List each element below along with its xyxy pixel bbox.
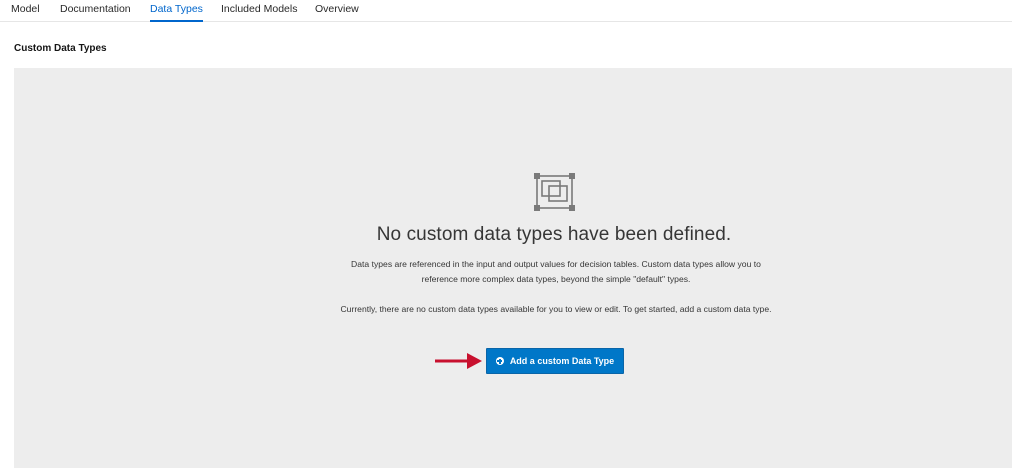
- tab-model[interactable]: Model: [11, 0, 40, 20]
- empty-state-description: Data types are referenced in the input a…: [351, 259, 761, 284]
- tab-bar: Model Documentation Data Types Included …: [0, 0, 1012, 22]
- tab-data-types[interactable]: Data Types: [150, 0, 203, 22]
- empty-state-instructions: Currently, there are no custom data type…: [340, 304, 772, 314]
- empty-state-heading: No custom data types have been defined.: [376, 224, 732, 245]
- tab-documentation[interactable]: Documentation: [60, 0, 131, 20]
- add-custom-data-type-button[interactable]: Add a custom Data Type: [486, 348, 624, 374]
- tab-included-models[interactable]: Included Models: [221, 0, 297, 20]
- empty-boxes-icon: [534, 173, 575, 211]
- add-button-label: Add a custom Data Type: [509, 356, 615, 366]
- plus-circle-icon: [495, 357, 504, 365]
- tab-overview[interactable]: Overview: [315, 0, 359, 20]
- section-title: Custom Data Types: [14, 43, 107, 54]
- red-arrow-icon: [435, 353, 482, 369]
